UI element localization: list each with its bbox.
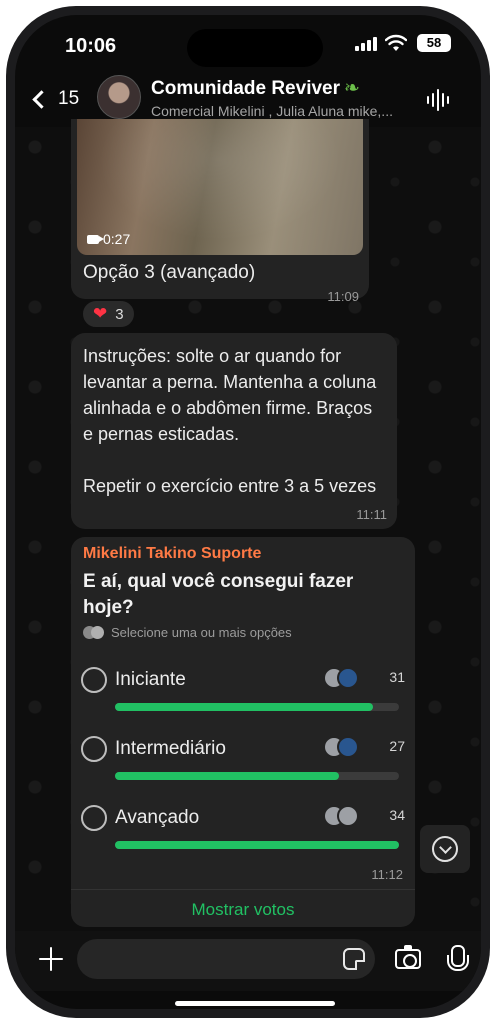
divider <box>71 889 415 890</box>
signal-icon <box>355 37 377 51</box>
reaction-badge[interactable]: ❤ 3 <box>81 299 136 329</box>
voter-avatars <box>323 736 363 760</box>
option-radio[interactable] <box>81 667 107 693</box>
message-text: Instruções: solte o ar quando for levant… <box>83 343 387 499</box>
chevron-down-icon <box>432 836 458 862</box>
vote-bar-fill <box>115 772 340 780</box>
group-title[interactable]: Comunidade Reviver ❧ <box>151 77 360 100</box>
poll-option[interactable]: Intermediário 27 <box>81 736 405 796</box>
vote-count: 27 <box>389 738 405 754</box>
sender-name[interactable]: Mikelini Takino Suporte <box>83 545 261 563</box>
poll-option[interactable]: Avançado 34 <box>81 805 405 865</box>
wifi-icon <box>385 34 407 51</box>
poll-question: E aí, qual você consegui fazer hoje? <box>83 571 354 618</box>
option-label: Intermediário <box>115 738 226 759</box>
status-bar: 10:06 58 <box>15 15 481 67</box>
sticker-icon[interactable] <box>343 948 365 970</box>
message-time: 11:11 <box>356 507 387 522</box>
reaction-count: 3 <box>115 305 124 323</box>
attach-plus-icon[interactable] <box>39 947 63 971</box>
leaf-icon: ❧ <box>344 78 360 99</box>
option-radio[interactable] <box>81 736 107 762</box>
video-duration: 0:27 <box>87 231 130 247</box>
vote-count: 34 <box>389 807 405 823</box>
group-title-text: Comunidade Reviver <box>151 78 340 99</box>
home-indicator[interactable] <box>175 1001 335 1006</box>
video-caption: Opção 3 (avançado) <box>83 262 256 283</box>
vote-bar <box>115 841 399 849</box>
vote-bar <box>115 772 399 780</box>
poll-message: Mikelini Takino Suporte E aí, qual você … <box>71 537 415 927</box>
camera-icon[interactable] <box>395 945 421 969</box>
voter-avatar <box>337 736 359 758</box>
video-duration-text: 0:27 <box>103 231 131 247</box>
vote-bar-fill <box>115 841 399 849</box>
instructions-message[interactable]: Instruções: solte o ar quando for levant… <box>71 333 397 529</box>
message-time: 11:12 <box>371 867 403 882</box>
dynamic-island <box>187 29 323 67</box>
message-time: 11:09 <box>327 289 359 304</box>
voter-avatar <box>337 667 359 689</box>
phone-frame: 10:06 58 15 Comunidade Reviver ❧ Comercia… <box>6 6 490 1018</box>
message-input[interactable] <box>77 939 375 979</box>
message-paragraph: Repetir o exercício entre 3 a 5 vezes <box>83 476 377 496</box>
poll-option[interactable]: Iniciante 31 <box>81 667 405 727</box>
option-label: Iniciante <box>115 669 186 690</box>
group-avatar[interactable] <box>97 75 141 119</box>
chevron-left-icon <box>32 89 51 109</box>
heart-icon: ❤ <box>93 304 108 323</box>
vote-bar-fill <box>115 703 374 711</box>
vote-count: 31 <box>389 669 405 685</box>
option-label: Avançado <box>115 807 200 828</box>
option-radio[interactable] <box>81 805 107 831</box>
input-bar <box>15 931 481 991</box>
voter-avatar <box>337 805 359 827</box>
scroll-down-button[interactable] <box>420 825 470 873</box>
group-members[interactable]: Comercial Mikelini , Julia Aluna mike,..… <box>151 103 419 119</box>
video-thumbnail[interactable]: 0:27 <box>77 119 363 255</box>
audio-wave-icon[interactable] <box>427 89 449 111</box>
unread-count: 15 <box>58 88 80 109</box>
voter-avatars <box>323 805 363 829</box>
status-time: 10:06 <box>65 35 117 57</box>
poll-hint: Selecione uma ou mais opções <box>83 625 292 640</box>
voter-avatars <box>323 667 363 691</box>
show-votes-button[interactable]: Mostrar votos <box>71 895 415 925</box>
poll-hint-text: Selecione uma ou mais opções <box>111 625 292 640</box>
message-paragraph: Instruções: solte o ar quando for levant… <box>83 346 377 444</box>
battery-icon: 58 <box>417 34 451 52</box>
video-message[interactable]: 0:27 Opção 3 (avançado) 11:09 <box>71 119 369 304</box>
screen: 10:06 58 15 Comunidade Reviver ❧ Comercia… <box>15 15 481 1009</box>
back-button[interactable]: 15 <box>29 83 95 115</box>
video-camera-icon <box>87 234 104 244</box>
microphone-icon[interactable] <box>447 945 469 975</box>
vote-bar <box>115 703 399 711</box>
double-check-icon <box>83 625 105 640</box>
